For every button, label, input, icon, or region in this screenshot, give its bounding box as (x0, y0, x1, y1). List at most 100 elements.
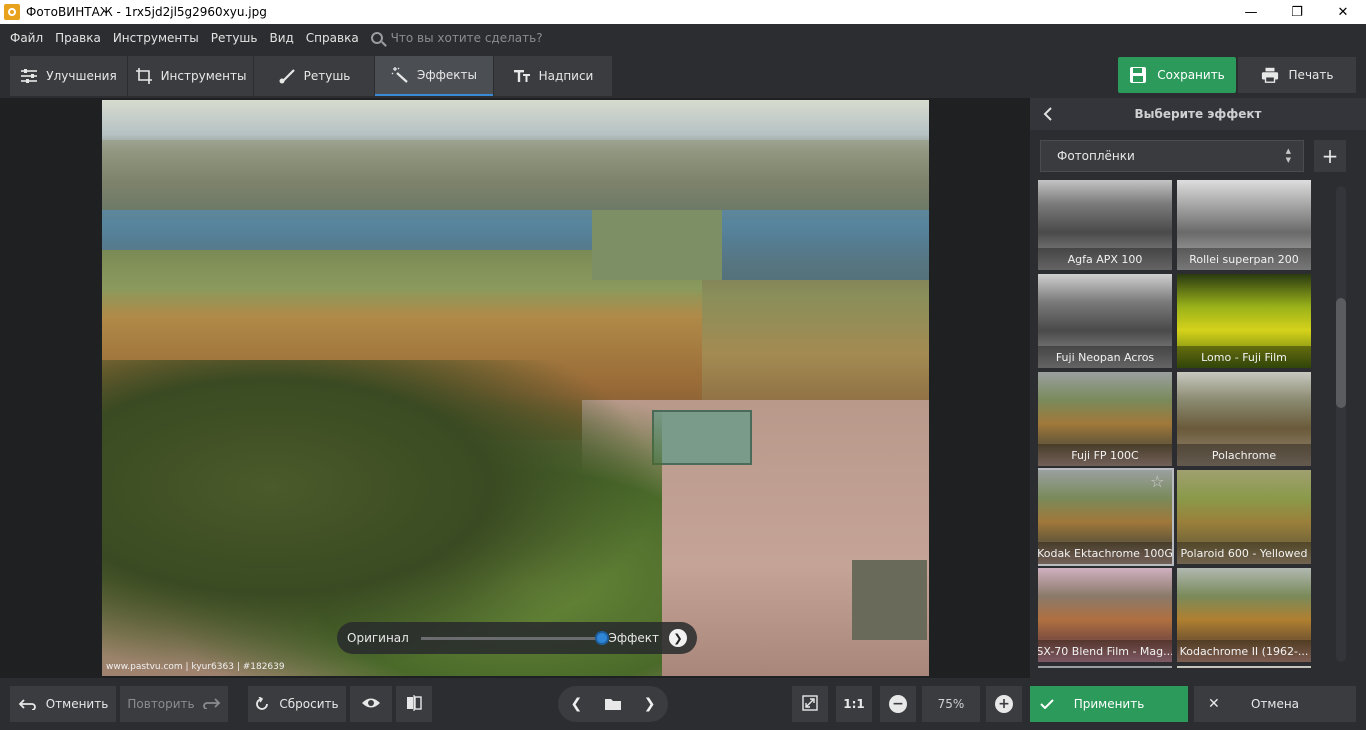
effect-label: Agfa APX 100 (1038, 248, 1172, 270)
tab-retouch[interactable]: Ретушь (254, 56, 374, 96)
effect-thumbnail[interactable]: Kodak Ektachrome 100G ☆ (1038, 468, 1174, 566)
panel-title: Выберите эффект (1134, 107, 1262, 121)
zoom-out-button[interactable]: − (880, 686, 916, 722)
tab-label: Ретушь (303, 69, 351, 83)
scroll-thumb[interactable] (1336, 298, 1346, 408)
add-effect-button[interactable]: + (1314, 140, 1346, 172)
effect-thumbnail[interactable]: Agfa APX 100 (1038, 180, 1172, 270)
zoom-in-button[interactable]: + (986, 686, 1022, 722)
tool-tabs: Улучшения Инструменты Ретушь Эффекты Над… (10, 56, 613, 96)
chevron-right-icon[interactable]: ❯ (669, 629, 687, 647)
menu-retouch[interactable]: Ретушь (205, 31, 264, 45)
effect-thumbnail[interactable]: Lomo - Fuji Film (1177, 274, 1311, 368)
effect-thumbnail[interactable]: Fuji FP 100C (1038, 372, 1172, 466)
actual-size-button[interactable]: 1:1 (836, 686, 872, 722)
select-arrows-icon: ▲ ▼ (1285, 147, 1291, 164)
effect-thumbnail[interactable]: Rollei superpan 200 (1177, 180, 1311, 270)
back-arrow-icon[interactable] (1040, 106, 1056, 122)
effect-thumbnail[interactable]: SX-70 Blend Film - Mag... (1038, 568, 1172, 662)
undo-button[interactable]: Отменить (10, 686, 116, 722)
reset-icon (255, 697, 269, 711)
effect-thumbnail[interactable]: Fuji Neopan Acros (1038, 274, 1172, 368)
reset-label: Сбросить (279, 697, 339, 711)
menu-tools[interactable]: Инструменты (107, 31, 205, 45)
text-icon (513, 68, 531, 84)
image-navigation: ❮ ❯ (558, 686, 668, 722)
save-label: Сохранить (1157, 68, 1225, 82)
effect-category-select[interactable]: Фотоплёнки ▲ ▼ (1040, 140, 1304, 172)
search-icon (370, 32, 383, 44)
next-image-button[interactable]: ❯ (632, 686, 668, 722)
effect-preview-image (1177, 666, 1311, 668)
fit-screen-icon (802, 694, 818, 714)
compare-track[interactable] (420, 630, 609, 645)
crop-icon (135, 68, 153, 84)
effect-thumbnail[interactable]: Polachrome (1177, 372, 1311, 466)
undo-icon (18, 698, 36, 710)
split-compare-button[interactable] (396, 686, 432, 722)
effect-thumbnail[interactable] (1177, 666, 1311, 668)
print-button[interactable]: Печать (1238, 57, 1356, 93)
effect-label: Kodachrome II (1962-... (1177, 640, 1311, 662)
menu-file[interactable]: Файл (4, 31, 49, 45)
magic-wand-icon (391, 67, 409, 83)
compare-handle[interactable] (594, 630, 609, 645)
tab-tools[interactable]: Инструменты (128, 56, 253, 96)
effect-thumbnail[interactable] (1038, 666, 1172, 668)
effects-scrollbar[interactable] (1332, 180, 1350, 668)
brush-icon (278, 68, 296, 84)
effect-thumbnail[interactable]: Polaroid 600 - Yellowed (1177, 470, 1311, 564)
fit-to-screen-button[interactable] (792, 686, 828, 722)
category-value: Фотоплёнки (1057, 149, 1135, 163)
effect-thumbnail[interactable]: Kodachrome II (1962-... (1177, 568, 1311, 662)
scroll-track[interactable] (1336, 186, 1346, 662)
before-after-slider: Оригинал Эффект ❯ (337, 622, 697, 654)
zoom-out-icon: − (889, 695, 907, 713)
command-search (370, 31, 591, 45)
effects-panel: Выберите эффект Фотоплёнки ▲ ▼ + Agfa APX… (1030, 98, 1366, 678)
zoom-in-icon: + (995, 695, 1013, 713)
tab-label: Надписи (538, 69, 594, 83)
photo-preview[interactable]: www.pastvu.com | kyur6363 | #182639 (102, 100, 929, 676)
save-button[interactable]: Сохранить (1118, 57, 1236, 93)
tab-enhancements[interactable]: Улучшения (10, 56, 127, 96)
cancel-label: Отмена (1250, 697, 1300, 711)
checkmark-icon (1040, 699, 1054, 709)
effect-label: SX-70 Blend Film - Mag... (1038, 640, 1172, 662)
zoom-level[interactable]: 75% (922, 686, 980, 722)
preview-toggle-button[interactable] (350, 686, 392, 722)
open-folder-button[interactable] (595, 686, 631, 722)
effect-label: Fuji FP 100C (1038, 444, 1172, 466)
cancel-button[interactable]: ✕ Отмена (1194, 686, 1356, 722)
undo-label: Отменить (45, 697, 109, 711)
effect-label: Kodak Ektachrome 100G (1038, 542, 1172, 564)
effect-label: Эффект (608, 631, 660, 645)
effects-grid: Agfa APX 100 Rollei superpan 200 Fuji Neop… (1038, 180, 1314, 668)
menu-edit[interactable]: Правка (49, 31, 107, 45)
redo-button[interactable]: Повторить (120, 686, 228, 722)
split-view-icon (406, 694, 422, 714)
tab-label: Эффекты (417, 68, 477, 82)
tab-captions[interactable]: Надписи (494, 56, 612, 96)
favorite-star-icon[interactable]: ☆ (1150, 474, 1166, 490)
folder-icon (604, 699, 621, 710)
photo-canvas[interactable]: www.pastvu.com | kyur6363 | #182639 Ориг… (10, 98, 1028, 678)
maximize-button[interactable]: ❐ (1274, 0, 1320, 24)
tab-label: Улучшения (46, 69, 117, 83)
menu-view[interactable]: Вид (263, 31, 299, 45)
close-button[interactable]: ✕ (1320, 0, 1366, 24)
panel-header: Выберите эффект (1030, 98, 1366, 130)
apply-button[interactable]: Применить (1030, 686, 1188, 722)
previous-image-button[interactable]: ❮ (558, 686, 594, 722)
menu-help[interactable]: Справка (300, 31, 365, 45)
reset-button[interactable]: Сбросить (248, 686, 346, 722)
eye-icon (361, 697, 381, 712)
window-title: ФотоВИНТАЖ - 1rx5jd2jl5g2960xyu.jpg (26, 5, 267, 19)
window-controls: — ❐ ✕ (1228, 0, 1366, 24)
close-icon: ✕ (1208, 696, 1220, 712)
redo-label: Повторить (127, 697, 195, 711)
photo-bus (652, 410, 752, 465)
minimize-button[interactable]: — (1228, 0, 1274, 24)
search-input[interactable] (390, 31, 591, 45)
tab-effects[interactable]: Эффекты (375, 56, 493, 96)
